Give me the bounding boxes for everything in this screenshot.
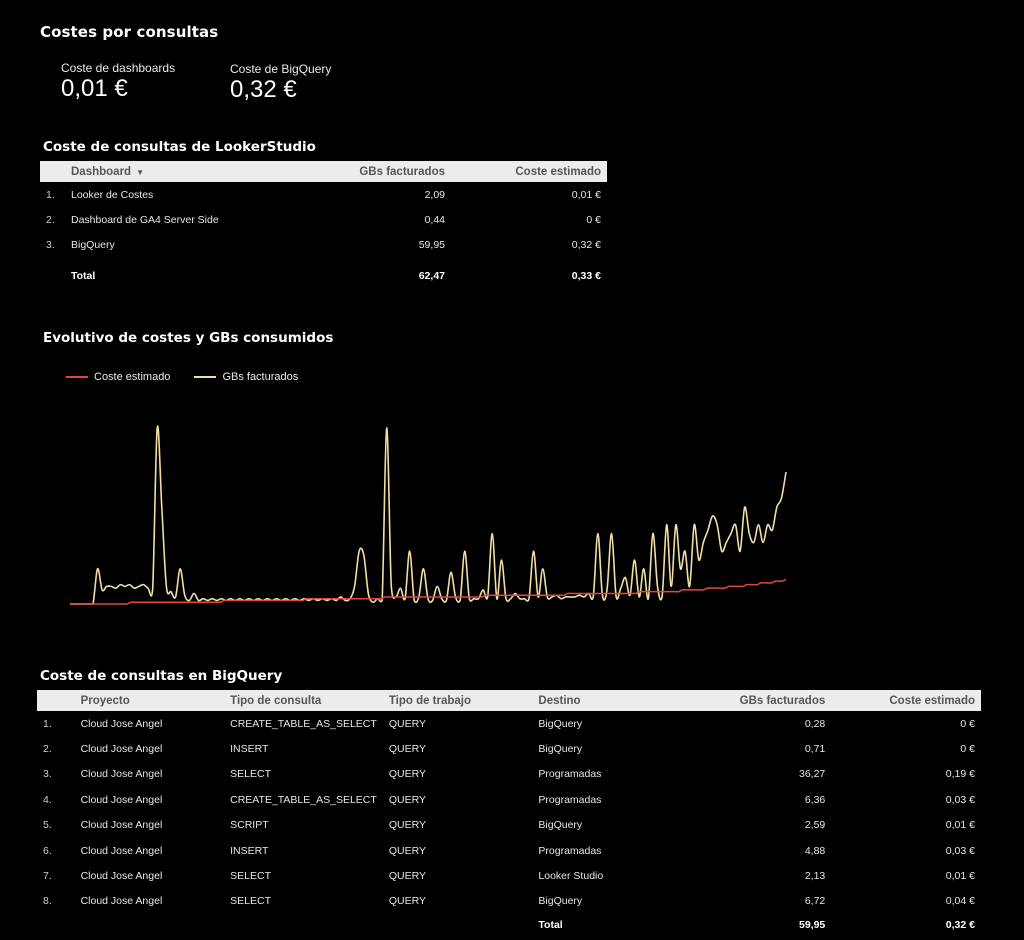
cell-cost: 0,04 €	[945, 895, 975, 908]
table-row: 7. Cloud Jose Angel SELECT QUERY Looker Stud…	[37, 863, 981, 888]
cell-gbs: 0,71	[804, 743, 826, 756]
header-query-type[interactable]: Tipo de consulta	[224, 690, 383, 711]
table-row: 4. Cloud Jose Angel CREATE_TABLE_AS_SELECT…	[37, 787, 981, 812]
cell-job-type: QUERY	[388, 819, 426, 832]
cell-query-type: SELECT	[230, 768, 271, 781]
cell-destination: Programadas	[538, 844, 602, 857]
cell-cost: 0,01 €	[945, 870, 975, 883]
cell-query-type: CREATE_TABLE_AS_SELECT	[230, 793, 377, 806]
cell-query-type: SELECT	[230, 870, 271, 883]
table-row: 8. Cloud Jose Angel SELECT QUERY BigQuery 6,7…	[37, 889, 981, 914]
cell-cost: 0,03 €	[945, 793, 975, 806]
cell-query-type: SELECT	[230, 895, 271, 908]
row-index: 3.	[43, 768, 52, 781]
cell-query-type: CREATE_TABLE_AS_SELECT	[230, 717, 377, 730]
row-index: 5.	[43, 819, 52, 832]
cell-project: Cloud Jose Angel	[80, 717, 163, 730]
cell-job-type: QUERY	[388, 743, 426, 756]
row-index: 2.	[43, 743, 52, 756]
cell-query-type: INSERT	[230, 844, 269, 857]
cell-gbs: 4,88	[804, 844, 826, 857]
row-index: 4.	[43, 793, 52, 806]
cell-gbs: 0,28	[804, 717, 826, 730]
row-index: 6.	[43, 844, 52, 857]
row-index: 8.	[43, 895, 52, 908]
total-gbs: 59,95	[798, 919, 826, 932]
cell-project: Cloud Jose Angel	[80, 895, 163, 908]
cell-project: Cloud Jose Angel	[80, 793, 163, 806]
cell-gbs: 2,59	[804, 819, 826, 832]
bq-table-title: Coste de consultas en BigQuery	[40, 668, 283, 684]
cell-cost: 0,03 €	[945, 844, 975, 857]
cell-project: Cloud Jose Angel	[80, 768, 163, 781]
table-row: 5. Cloud Jose Angel SCRIPT QUERY BigQuery 2,5…	[37, 813, 981, 838]
table-row: 1. Cloud Jose Angel CREATE_TABLE_AS_SELECT…	[37, 711, 981, 736]
cell-gbs: 6,36	[804, 793, 826, 806]
cell-job-type: QUERY	[388, 768, 426, 781]
cell-project: Cloud Jose Angel	[80, 743, 163, 756]
table-row: 2. Cloud Jose Angel INSERT QUERY BigQuery 0,7…	[37, 736, 981, 761]
bigquery-costs-table: Proyecto Tipo de consulta Tipo de trabaj…	[37, 690, 981, 936]
header-job-type[interactable]: Tipo de trabajo	[382, 690, 533, 711]
row-index: 7.	[43, 870, 52, 883]
cell-job-type: QUERY	[388, 717, 426, 730]
table-row: 3. Cloud Jose Angel SELECT QUERY Programadas…	[37, 762, 981, 787]
cell-job-type: QUERY	[388, 895, 426, 908]
cell-destination: Looker Studio	[538, 870, 604, 883]
cell-destination: BigQuery	[538, 743, 583, 756]
table-total-row: Total 59,95 0,32 €	[37, 914, 981, 936]
cell-cost: 0,01 €	[945, 819, 975, 832]
header-index	[37, 690, 75, 711]
cell-cost: 0 €	[960, 717, 975, 730]
cell-cost: 0,19 €	[945, 768, 975, 781]
cell-destination: BigQuery	[538, 717, 583, 730]
cell-project: Cloud Jose Angel	[80, 819, 163, 832]
cell-job-type: QUERY	[388, 793, 426, 806]
table-row: 6. Cloud Jose Angel INSERT QUERY Programadas…	[37, 838, 981, 863]
total-spacer	[37, 914, 75, 936]
cell-destination: Programadas	[538, 768, 602, 781]
header-cost[interactable]: Coste estimado	[831, 690, 981, 711]
cell-destination: Programadas	[538, 793, 602, 806]
total-spacer	[75, 914, 225, 936]
header-project[interactable]: Proyecto	[74, 690, 225, 711]
cell-job-type: QUERY	[388, 870, 426, 883]
bq-table-body: 1. Cloud Jose Angel CREATE_TABLE_AS_SELECT…	[37, 711, 981, 936]
total-spacer	[383, 914, 533, 936]
cell-query-type: INSERT	[230, 743, 269, 756]
header-destination[interactable]: Destino	[532, 690, 682, 711]
cell-gbs: 6,72	[804, 895, 826, 908]
cell-destination: BigQuery	[538, 895, 583, 908]
table-header-row: Proyecto Tipo de consulta Tipo de trabaj…	[37, 690, 981, 711]
series-line-gbs-facturados[interactable]	[70, 425, 787, 605]
cell-gbs: 36,27	[798, 768, 826, 781]
cell-cost: 0 €	[960, 743, 975, 756]
cell-job-type: QUERY	[388, 844, 426, 857]
total-label: Total	[538, 919, 563, 932]
total-spacer	[224, 914, 383, 936]
cell-project: Cloud Jose Angel	[80, 870, 163, 883]
cell-query-type: SCRIPT	[230, 819, 269, 832]
total-cost: 0,32 €	[945, 919, 975, 932]
cell-destination: BigQuery	[538, 819, 583, 832]
row-index: 1.	[43, 717, 52, 730]
header-gbs[interactable]: GBs facturados	[681, 690, 832, 711]
cell-project: Cloud Jose Angel	[80, 844, 163, 857]
cell-gbs: 2,13	[804, 870, 826, 883]
